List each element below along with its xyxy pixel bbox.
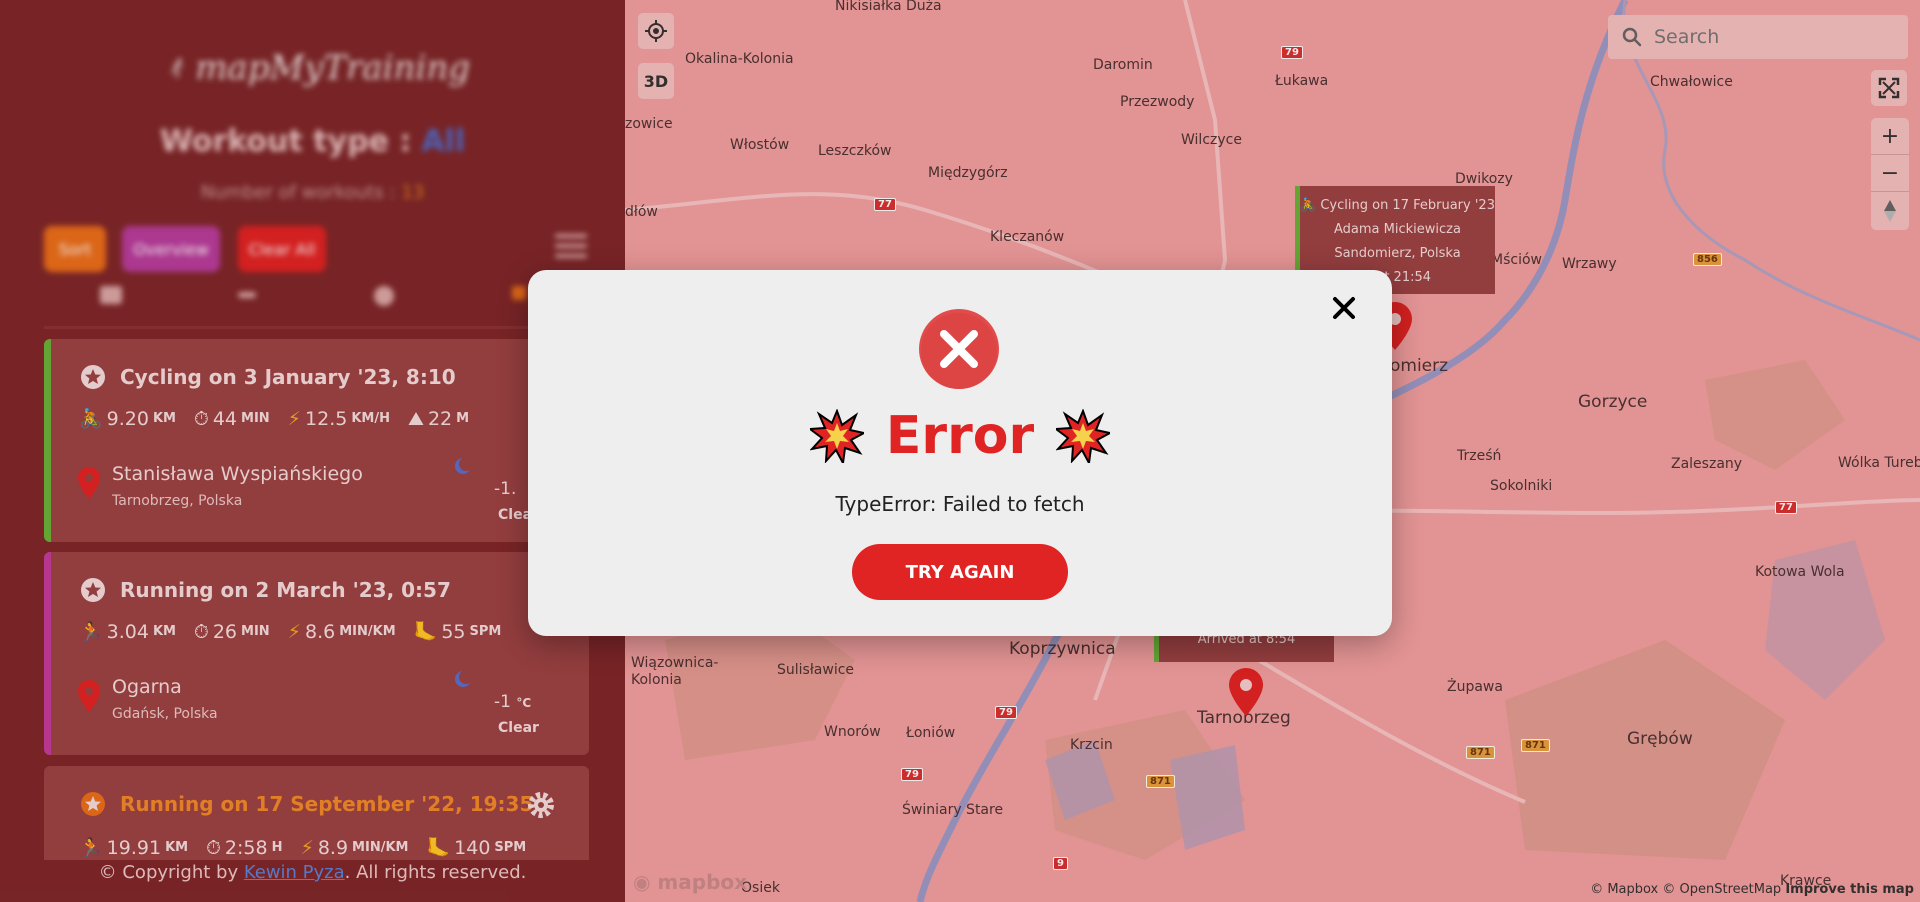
error-modal: Error TypeError: Failed to fetch TRY AGA… — [528, 270, 1392, 636]
modal-error-message: TypeError: Failed to fetch — [835, 492, 1085, 516]
collision-icon — [1056, 409, 1111, 463]
collision-icon — [809, 409, 864, 463]
error-x-icon — [919, 309, 999, 389]
modal-title-row: Error — [528, 406, 1392, 466]
try-again-button[interactable]: TRY AGAIN — [852, 544, 1068, 600]
close-icon[interactable] — [1330, 294, 1358, 322]
modal-title: Error — [885, 406, 1035, 466]
